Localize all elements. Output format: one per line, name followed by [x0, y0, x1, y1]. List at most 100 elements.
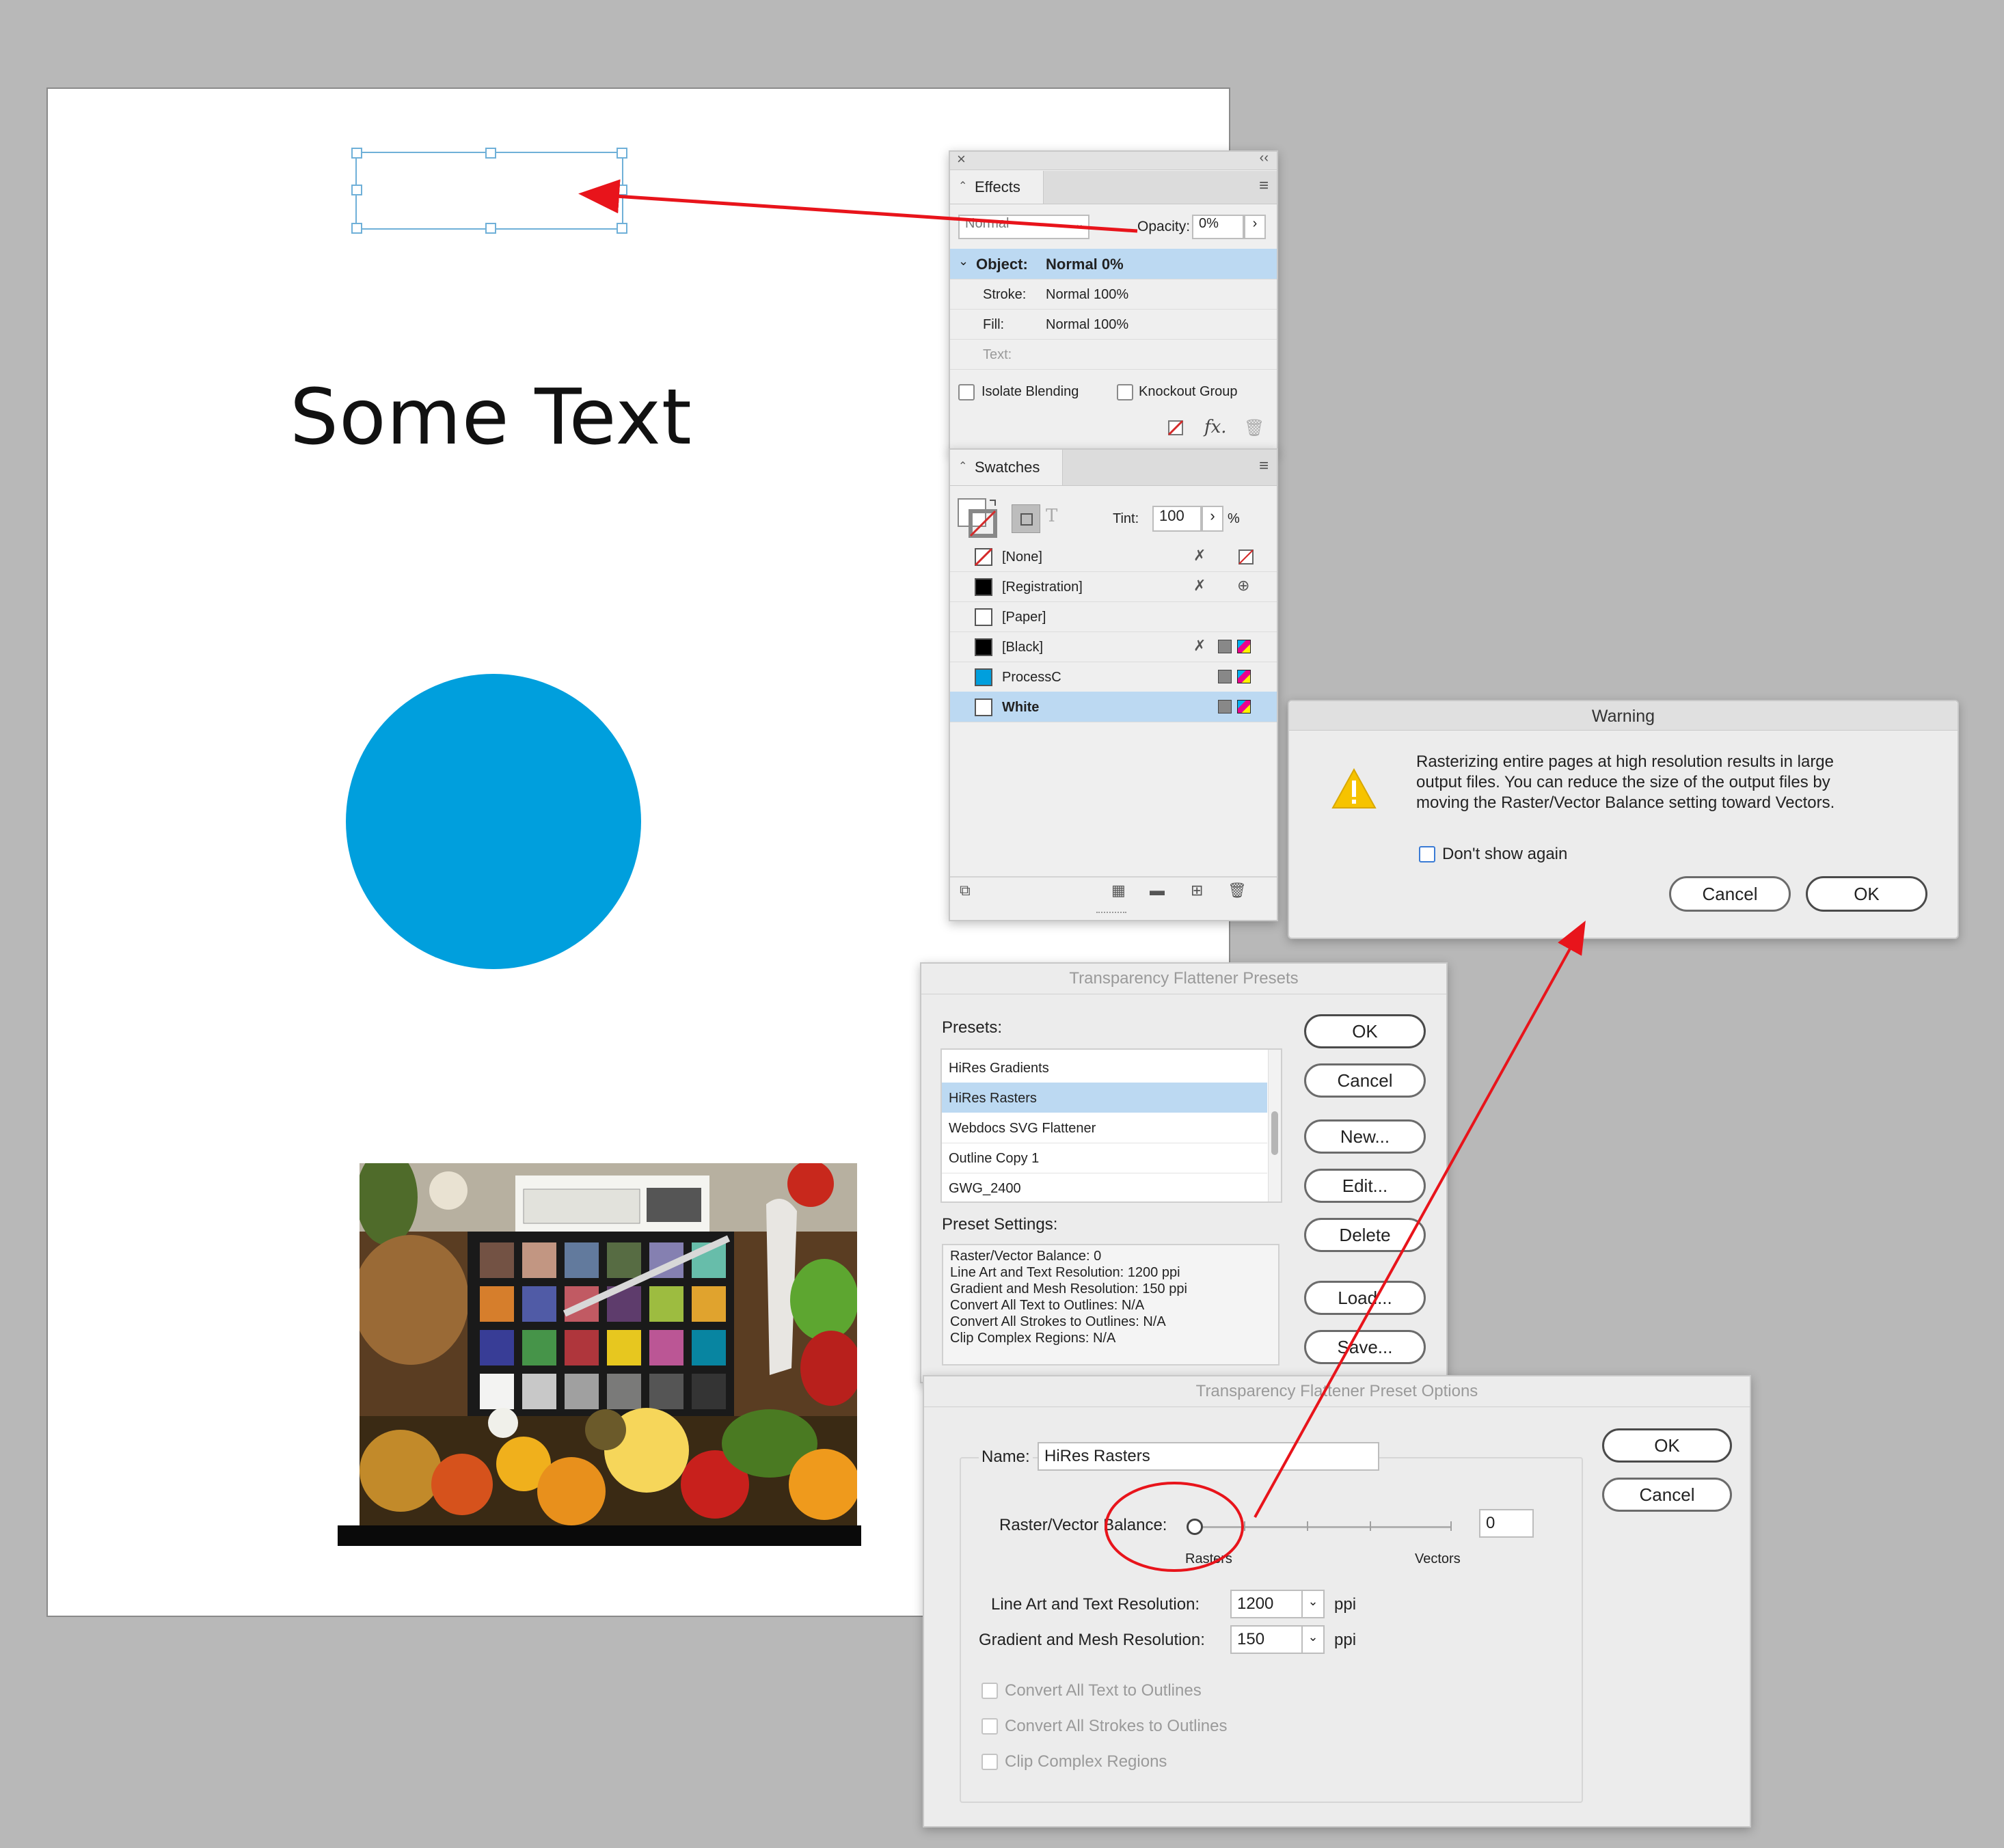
resize-handle[interactable] [485, 223, 496, 234]
balance-value-input[interactable]: 0 [1479, 1509, 1534, 1538]
chevron-down-icon[interactable]: ⌄ [1301, 1627, 1323, 1653]
list-item[interactable]: Outline Copy 1 [942, 1143, 1267, 1173]
fill-stroke-icon[interactable] [957, 498, 999, 540]
presets-list[interactable]: HiRes Gradients HiRes Rasters Webdocs SV… [940, 1048, 1282, 1203]
gradient-label: Gradient and Mesh Resolution: [979, 1631, 1205, 1649]
tint-input[interactable]: 100 [1152, 506, 1202, 532]
presets-delete-button[interactable]: Delete [1304, 1218, 1426, 1252]
presets-dialog-title: Transparency Flattener Presets [1069, 969, 1299, 988]
preset-name: Webdocs SVG Flattener [949, 1121, 1096, 1136]
options-cancel-button[interactable]: Cancel [1602, 1478, 1732, 1512]
black-swatch-chip [975, 638, 992, 656]
show-swatch-kinds-icon[interactable]: ⧉ [960, 882, 971, 899]
list-item[interactable]: HiRes Rasters [942, 1083, 1267, 1113]
new-color-group-icon[interactable]: ▦ [1111, 882, 1126, 899]
preset-name: GWG_2400 [949, 1181, 1021, 1196]
warning-cancel-button[interactable]: Cancel [1669, 876, 1791, 912]
resize-handle[interactable] [351, 148, 362, 159]
new-swatch-icon[interactable]: ⊞ [1191, 882, 1203, 899]
opacity-input[interactable]: 0% [1192, 215, 1244, 239]
preset-settings-box: Raster/Vector Balance: 0 Line Art and Te… [942, 1244, 1279, 1365]
swatch-row-registration[interactable]: [Registration] ✗ ⊕ [950, 571, 1277, 602]
convert-text-checkbox[interactable] [981, 1683, 998, 1699]
presets-save-button[interactable]: Save... [1304, 1330, 1426, 1364]
swatch-row-none[interactable]: [None] ✗ [950, 541, 1277, 572]
close-icon[interactable]: × [957, 150, 966, 168]
process-type-icon [1218, 700, 1232, 714]
panel-title-bar[interactable]: × ‹‹ [950, 150, 1277, 170]
tab-swatches[interactable]: ⌃ Swatches [950, 450, 1063, 485]
presets-scrollbar[interactable] [1268, 1050, 1281, 1201]
row-label: Fill: [983, 317, 1005, 332]
resize-handle[interactable] [617, 185, 627, 195]
chevron-down-icon[interactable]: ⌄ [1301, 1591, 1323, 1617]
effects-row-stroke[interactable]: Stroke: Normal 100% [950, 279, 1277, 310]
ppi-label: ppi [1334, 1595, 1357, 1614]
flattener-presets-dialog: Transparency Flattener Presets Presets: … [920, 962, 1448, 1383]
presets-ok-button[interactable]: OK [1304, 1014, 1426, 1048]
presets-load-button[interactable]: Load... [1304, 1281, 1426, 1315]
effects-row-text[interactable]: Text: [950, 339, 1277, 370]
blend-mode-select[interactable]: Normal ⌄ [958, 215, 1089, 239]
convert-strokes-checkbox[interactable] [981, 1718, 998, 1735]
swatches-tab-bar: ⌃ Swatches ≡ [950, 450, 1277, 486]
knockout-group-checkbox[interactable] [1117, 384, 1133, 400]
swatch-row-paper[interactable]: [Paper] [950, 601, 1277, 632]
page-text[interactable]: Some Text [290, 373, 692, 462]
folder-icon[interactable]: ▬ [1150, 882, 1165, 899]
preset-name: HiRes Gradients [949, 1061, 1049, 1076]
balance-slider-track[interactable] [1196, 1526, 1452, 1528]
tab-chevron-icon: ⌃ [958, 180, 968, 192]
format-container-button[interactable] [1012, 504, 1040, 533]
empty-selected-frame[interactable] [351, 148, 627, 234]
color-checker-photo[interactable] [360, 1163, 857, 1527]
swatch-row-white[interactable]: White [950, 692, 1277, 722]
resize-handle[interactable] [351, 223, 362, 234]
blue-circle[interactable] [346, 674, 641, 969]
cmyk-mode-icon [1237, 670, 1251, 683]
warning-ok-button[interactable]: OK [1806, 876, 1927, 912]
trash-icon[interactable]: 🗑 [1244, 418, 1264, 438]
format-text-icon[interactable]: T [1046, 506, 1057, 526]
preset-name-input[interactable]: HiRes Rasters [1038, 1442, 1379, 1471]
panel-menu-icon[interactable]: ≡ [1259, 176, 1269, 195]
swatch-row-black[interactable]: [Black] ✗ [950, 631, 1277, 662]
presets-new-button[interactable]: New... [1304, 1119, 1426, 1154]
swatch-row-processc[interactable]: ProcessC [950, 662, 1277, 692]
opacity-label: Opacity: [1137, 219, 1191, 234]
balance-slider-thumb[interactable] [1187, 1519, 1203, 1535]
presets-edit-button[interactable]: Edit... [1304, 1169, 1426, 1203]
presets-cancel-button[interactable]: Cancel [1304, 1063, 1426, 1098]
options-ok-button[interactable]: OK [1602, 1428, 1732, 1463]
line-art-resolution-input[interactable]: 1200 ⌄ [1230, 1590, 1325, 1618]
tint-arrow-button[interactable]: › [1202, 506, 1223, 532]
clip-complex-checkbox[interactable] [981, 1754, 998, 1770]
rasters-label: Rasters [1185, 1551, 1232, 1566]
tint-percent: % [1228, 511, 1240, 526]
list-item[interactable]: Webdocs SVG Flattener [942, 1113, 1267, 1143]
chevron-down-icon: ⌄ [1074, 219, 1084, 230]
clear-effects-icon[interactable] [1167, 420, 1184, 436]
process-type-icon [1218, 640, 1232, 653]
effects-row-fill[interactable]: Fill: Normal 100% [950, 309, 1277, 340]
resize-handle[interactable] [617, 223, 627, 234]
list-item[interactable]: HiRes Gradients [942, 1052, 1267, 1083]
dont-show-again-checkbox[interactable] [1419, 846, 1435, 862]
trash-icon[interactable]: 🗑 [1228, 882, 1247, 899]
opacity-arrow-button[interactable]: › [1244, 215, 1266, 239]
effects-row-object[interactable]: ⌄ Object: Normal 0% [950, 249, 1277, 280]
collapse-icon[interactable]: ‹‹ [1260, 150, 1269, 166]
warning-message-line: output files. You can reduce the size of… [1416, 773, 1830, 791]
fx-icon[interactable]: fx. [1204, 417, 1227, 437]
scrollbar-thumb[interactable] [1271, 1111, 1278, 1155]
panel-menu-icon[interactable]: ≡ [1259, 457, 1269, 476]
gradient-resolution-input[interactable]: 150 ⌄ [1230, 1625, 1325, 1654]
resize-handle[interactable] [485, 148, 496, 159]
warning-title-bar[interactable]: Warning [1289, 701, 1958, 731]
tab-effects[interactable]: ⌃ Effects [950, 171, 1044, 204]
resize-handle[interactable] [351, 185, 362, 195]
resize-handle[interactable] [617, 148, 627, 159]
resize-grip[interactable] [1096, 912, 1126, 917]
isolate-blending-checkbox[interactable] [958, 384, 975, 400]
list-item[interactable]: GWG_2400 [942, 1173, 1267, 1201]
